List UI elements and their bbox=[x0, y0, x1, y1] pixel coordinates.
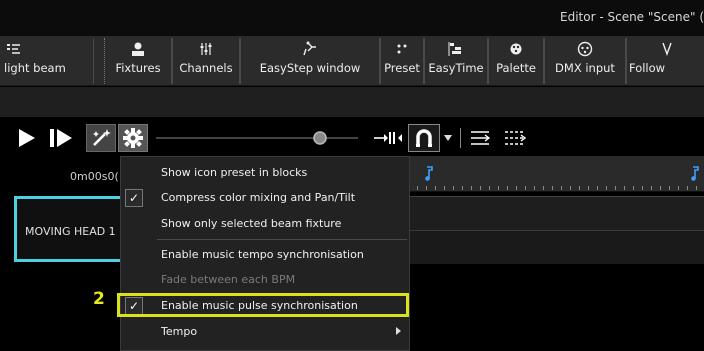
title-bar: Editor - Scene "Scene" ( bbox=[0, 0, 704, 36]
checkmark-icon: ✓ bbox=[125, 189, 143, 207]
ruler-ticks bbox=[408, 186, 704, 190]
ribbon-easytime-button[interactable]: EasyTime bbox=[424, 38, 488, 84]
settings-menu: Show icon preset in blocks ✓ Compress co… bbox=[120, 156, 410, 351]
window-title: Editor - Scene "Scene" ( bbox=[560, 10, 704, 24]
preset-icon bbox=[396, 38, 408, 60]
toolbar-divider bbox=[458, 124, 462, 152]
menu-item-music-tempo-sync[interactable]: Enable music tempo synchronisation bbox=[121, 243, 409, 267]
easystep-icon bbox=[302, 38, 318, 60]
ribbon-dmx-input-label: DMX input bbox=[555, 61, 615, 75]
ribbon-fixtures-button[interactable]: Fixtures bbox=[104, 38, 172, 84]
ribbon-easystep-label: EasyStep window bbox=[259, 61, 361, 75]
palette-icon bbox=[509, 38, 523, 60]
easytime-icon bbox=[448, 38, 464, 60]
gear-icon[interactable] bbox=[118, 124, 148, 152]
menu-item-show-icon-preset[interactable]: Show icon preset in blocks bbox=[121, 161, 409, 185]
menu-separator bbox=[157, 239, 407, 240]
fixture-track-header[interactable]: MOVING HEAD 1 bbox=[14, 196, 124, 262]
ribbon-easytime-label: EasyTime bbox=[428, 61, 484, 75]
fixture-track-sublane[interactable] bbox=[408, 230, 704, 264]
menu-item-compress-color[interactable]: ✓ Compress color mixing and Pan/Tilt bbox=[121, 186, 409, 210]
ribbon-preset-label: Preset bbox=[384, 61, 420, 75]
ribbon-palette-button[interactable]: Palette bbox=[488, 38, 544, 84]
ribbon-light-beam-label: light beam bbox=[4, 61, 66, 75]
light-beam-icon bbox=[1, 38, 91, 60]
ribbon-easystep-button[interactable]: EasyStep window bbox=[240, 38, 380, 84]
menu-item-label: Show icon preset in blocks bbox=[161, 166, 308, 179]
channels-icon bbox=[199, 38, 213, 60]
magnet-icon[interactable] bbox=[408, 124, 440, 152]
fixture-track-label: MOVING HEAD 1 bbox=[25, 225, 116, 238]
menu-item-label: Fade between each BPM bbox=[161, 273, 296, 286]
ribbon-channels-button[interactable]: Channels bbox=[172, 38, 240, 84]
ribbon-channels-label: Channels bbox=[179, 61, 233, 75]
annotation-step-number: 2 bbox=[93, 289, 105, 309]
chevron-down-icon[interactable] bbox=[442, 124, 454, 152]
ribbon-toolbar: light beam Fixtures Channels EasyStep wi… bbox=[0, 36, 704, 86]
distribute-lines-icon[interactable] bbox=[500, 124, 530, 152]
menu-item-label: Compress color mixing and Pan/Tilt bbox=[161, 191, 356, 204]
sub-ribbon-band bbox=[0, 87, 704, 117]
timecode-display: 0m00s0( bbox=[70, 170, 119, 183]
submenu-arrow-icon bbox=[396, 327, 401, 335]
beat-note-icon bbox=[424, 166, 434, 185]
ribbon-palette-label: Palette bbox=[496, 61, 536, 75]
ribbon-fixtures-label: Fixtures bbox=[115, 61, 161, 75]
playback-toolbar bbox=[0, 122, 704, 156]
dmx-input-icon bbox=[577, 38, 593, 60]
beat-marker-icon[interactable] bbox=[370, 124, 406, 152]
play-icon[interactable] bbox=[14, 124, 40, 152]
play-step-icon[interactable] bbox=[46, 124, 76, 152]
ribbon-light-beam-button[interactable]: light beam bbox=[0, 38, 94, 84]
ribbon-follow-label: Follow bbox=[629, 61, 666, 75]
fixtures-icon bbox=[130, 38, 146, 60]
speed-slider[interactable] bbox=[152, 124, 362, 152]
ribbon-preset-button[interactable]: Preset bbox=[380, 38, 424, 84]
menu-item-label: Tempo bbox=[161, 325, 198, 338]
menu-item-tempo[interactable]: Tempo bbox=[121, 320, 409, 344]
annotation-highlight-box bbox=[117, 293, 409, 317]
menu-item-label: Enable music tempo synchronisation bbox=[161, 248, 364, 261]
follow-icon bbox=[661, 38, 673, 60]
ribbon-follow-button[interactable]: Follow bbox=[626, 38, 704, 84]
ribbon-dmx-input-button[interactable]: DMX input bbox=[544, 38, 626, 84]
menu-item-fade-between-bpm: Fade between each BPM bbox=[121, 268, 409, 292]
align-lines-icon[interactable] bbox=[466, 124, 494, 152]
menu-item-show-selected-beam[interactable]: Show only selected beam fixture bbox=[121, 212, 409, 236]
beat-note-icon bbox=[690, 166, 700, 185]
menu-item-label: Show only selected beam fixture bbox=[161, 217, 342, 230]
magic-wand-icon[interactable] bbox=[86, 124, 116, 152]
